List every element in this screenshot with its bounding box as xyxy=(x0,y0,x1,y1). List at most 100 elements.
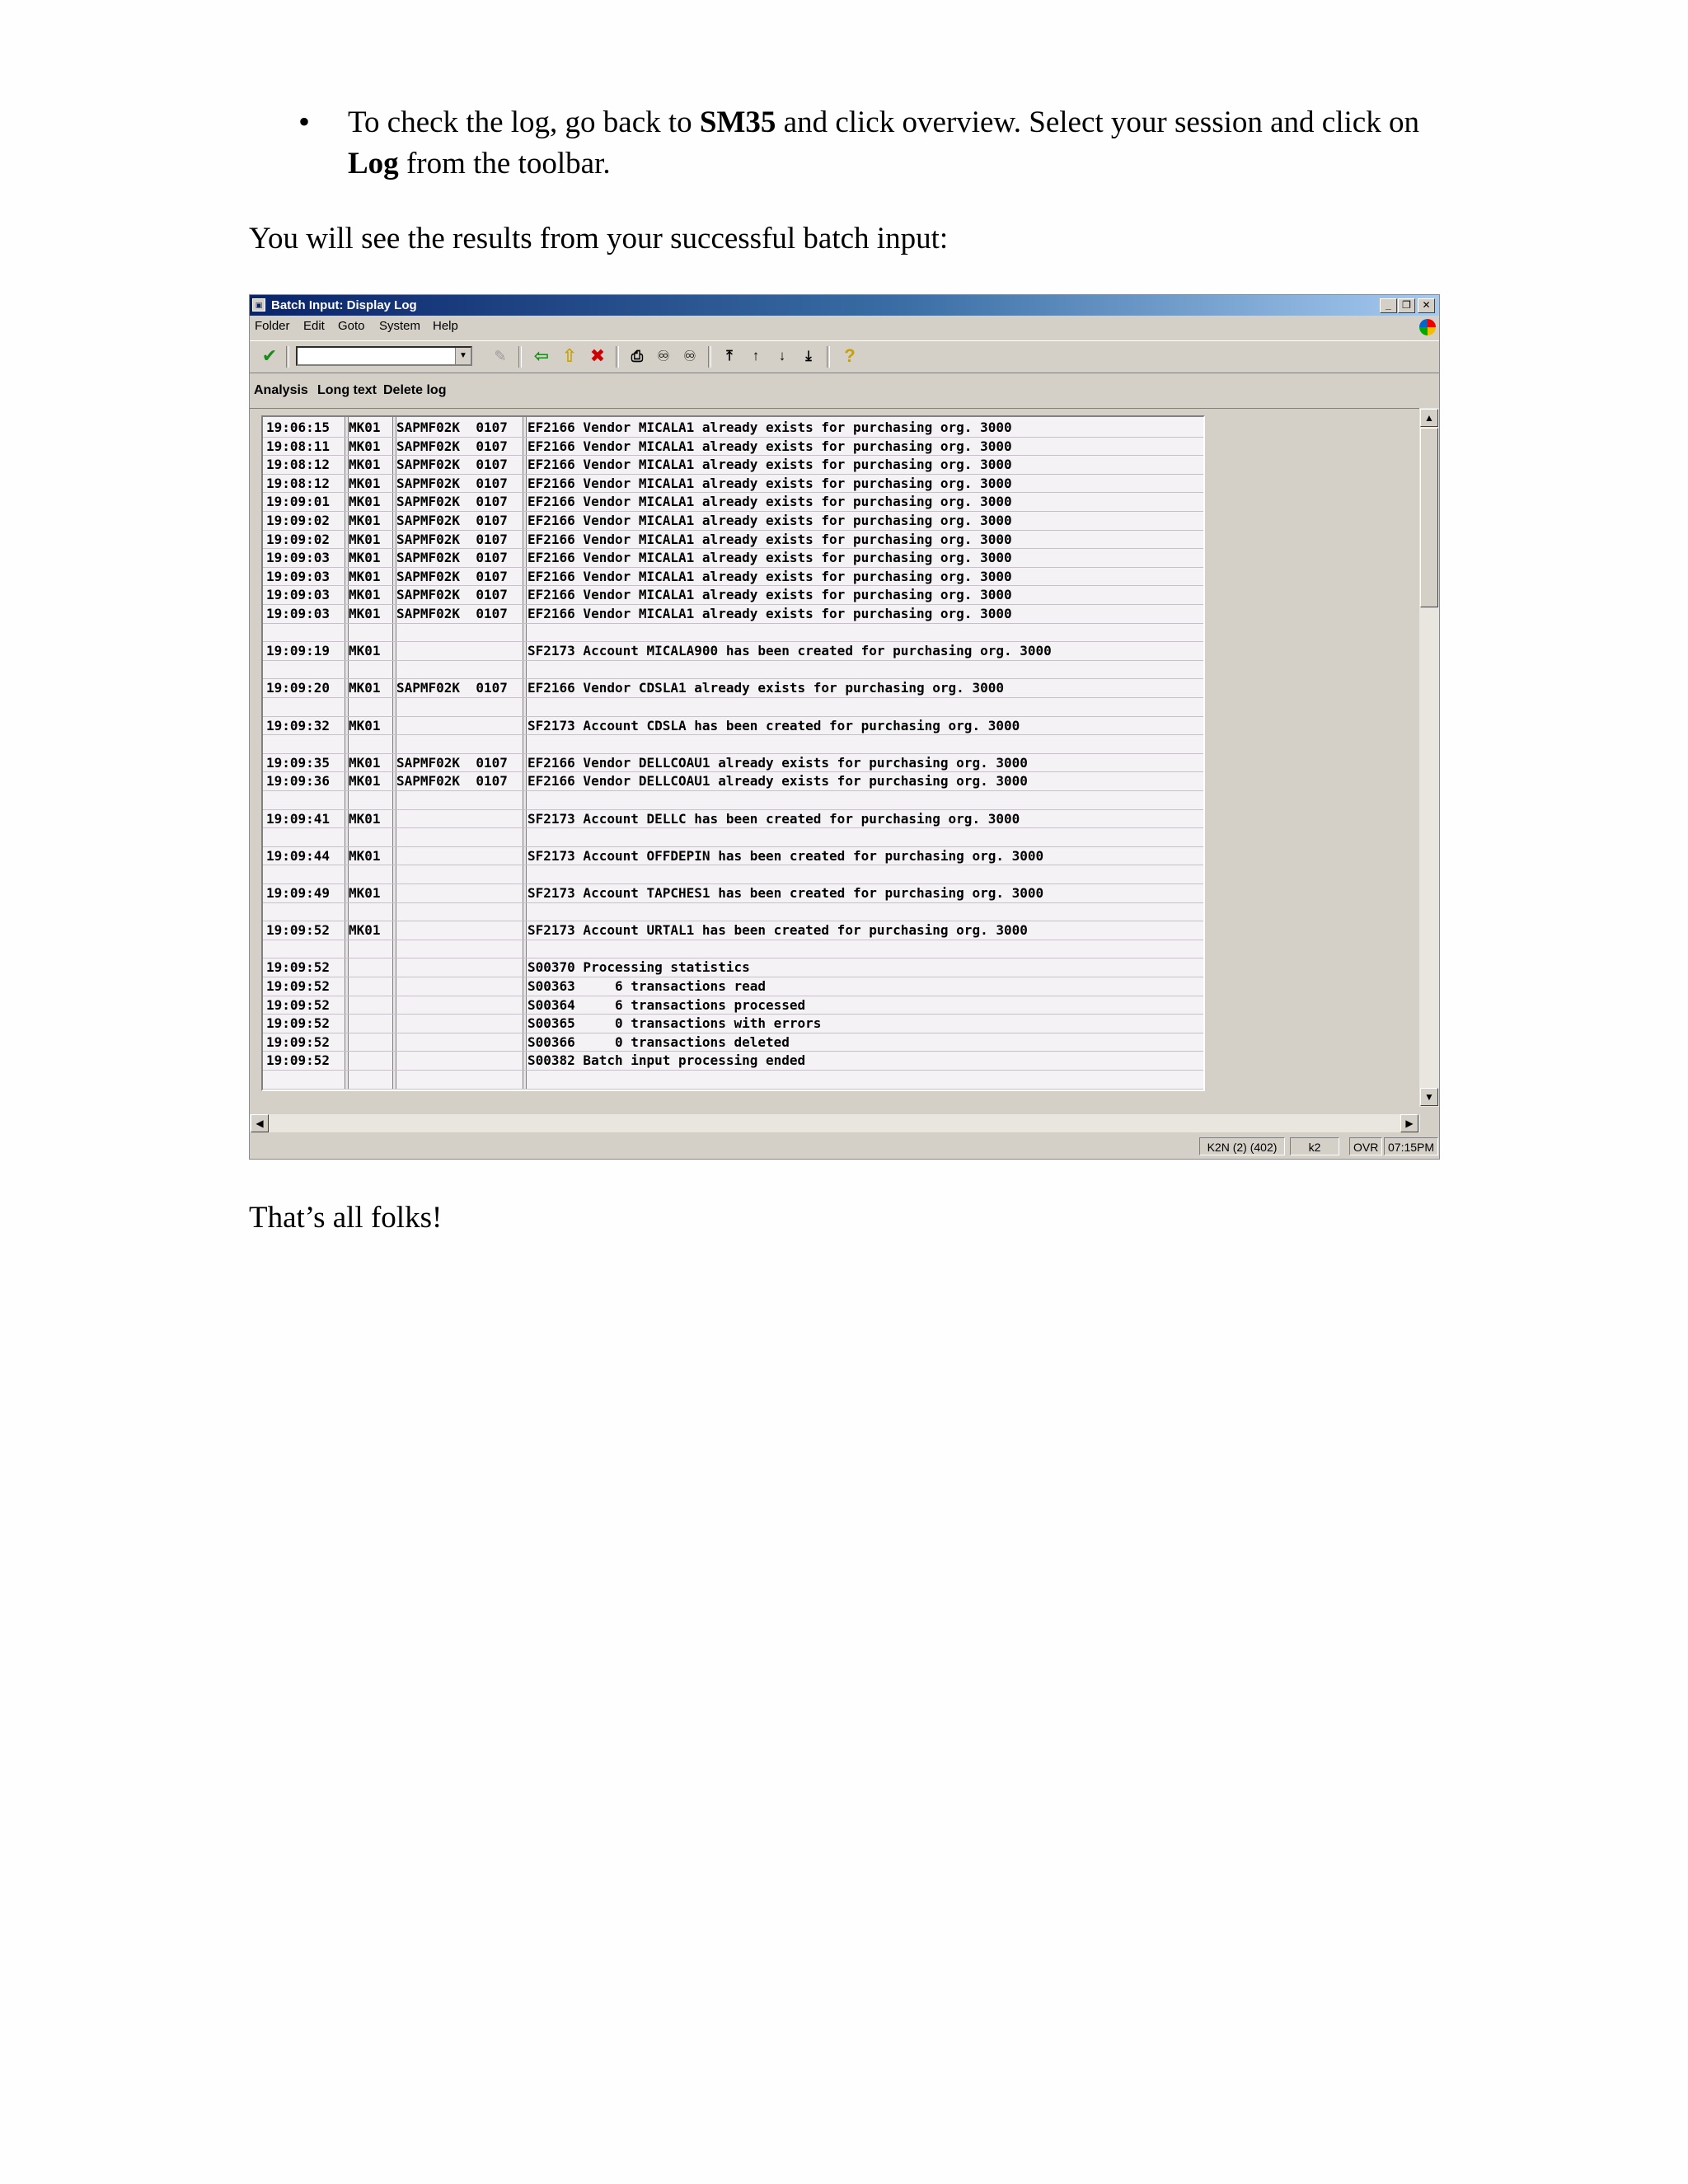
table-row[interactable]: 19:09:52 S00366 0 transactions deleted xyxy=(263,1033,1203,1052)
table-row[interactable]: 19:09:52 MK01 SF2173 Account URTAL1 has be… xyxy=(263,921,1203,940)
log-program-screen xyxy=(396,977,520,996)
menu-edit[interactable]: Edit xyxy=(303,316,325,336)
table-row[interactable] xyxy=(263,865,1203,884)
table-row[interactable]: 19:09:19 MK01 SF2173 Account MICALA900 has… xyxy=(263,642,1203,661)
table-row[interactable]: 19:09:52 S00382 Batch input processing en… xyxy=(263,1052,1203,1071)
log-transaction: MK01 xyxy=(349,568,381,584)
log-message xyxy=(528,828,1203,846)
log-message: EF2166 Vendor DELLCOAU1 already exists f… xyxy=(528,773,1028,790)
menu-folder[interactable]: Folder xyxy=(255,316,290,336)
close-button[interactable]: ✕ xyxy=(1418,298,1435,313)
log-area: 19:06:15 MK01 SAPMF02K 0107 EF2166 Vendor M… xyxy=(250,408,1420,1108)
table-row[interactable] xyxy=(263,698,1203,717)
table-row[interactable]: 19:09:03 MK01 SAPMF02K 0107 EF2166 Vendor M… xyxy=(263,568,1203,587)
table-row[interactable]: 19:08:11 MK01 SAPMF02K 0107 EF2166 Vendor M… xyxy=(263,438,1203,457)
print-icon[interactable]: ⎙ xyxy=(626,344,649,368)
table-row[interactable] xyxy=(263,791,1203,810)
first-page-icon[interactable]: ⤒ xyxy=(718,344,741,368)
table-row[interactable]: 19:09:49 MK01 SF2173 Account TAPCHES1 has … xyxy=(263,884,1203,903)
exit-icon[interactable]: ⇧ xyxy=(558,344,581,368)
horizontal-scrollbar[interactable]: ◀ ▶ xyxy=(250,1114,1420,1132)
table-row[interactable]: 19:09:52 S00363 6 transactions read xyxy=(263,977,1203,996)
scroll-up-icon[interactable]: ▲ xyxy=(1420,409,1438,427)
table-row[interactable]: 19:09:35 MK01 SAPMF02K 0107 EF2166 Vendor D… xyxy=(263,754,1203,773)
minimize-button[interactable]: _ xyxy=(1380,298,1397,313)
table-row[interactable]: 19:09:52 S00365 0 transactions with error… xyxy=(263,1015,1203,1033)
cancel-icon[interactable]: ✖ xyxy=(586,344,609,368)
table-row[interactable] xyxy=(263,903,1203,922)
log-transaction: MK01 xyxy=(349,922,381,939)
sap-status-icon[interactable] xyxy=(1419,319,1436,335)
title-bar: ▣ Batch Input: Display Log _ ❐ ✕ xyxy=(250,295,1439,316)
chevron-down-icon[interactable]: ▼ xyxy=(455,348,471,364)
table-row[interactable]: 19:09:44 MK01 SF2173 Account OFFDEPIN has … xyxy=(263,847,1203,866)
table-row[interactable]: 19:09:01 MK01 SAPMF02K 0107 EF2166 Vendor M… xyxy=(263,493,1203,512)
vertical-scrollbar[interactable]: ▲ ▼ xyxy=(1419,408,1439,1107)
table-row[interactable]: 19:09:03 MK01 SAPMF02K 0107 EF2166 Vendor M… xyxy=(263,586,1203,605)
log-transaction xyxy=(349,1015,390,1033)
log-transaction: MK01 xyxy=(349,438,381,454)
long-text-button[interactable]: Long text xyxy=(317,380,383,401)
log-message: EF2166 Vendor MICALA1 already exists for… xyxy=(528,457,1012,473)
table-row[interactable] xyxy=(263,940,1203,959)
restore-button[interactable]: ❐ xyxy=(1398,298,1415,313)
menu-help[interactable]: Help xyxy=(433,316,458,336)
log-time: 19:09:35 xyxy=(266,754,331,771)
save-icon[interactable]: ✎ xyxy=(489,344,512,368)
table-row[interactable]: 19:08:12 MK01 SAPMF02K 0107 EF2166 Vendor M… xyxy=(263,475,1203,494)
find-next-icon[interactable]: ♾ xyxy=(678,344,701,368)
log-time xyxy=(266,828,342,846)
table-row[interactable] xyxy=(263,661,1203,680)
table-row[interactable]: 19:09:52 S00364 6 transactions processed xyxy=(263,996,1203,1015)
table-row[interactable]: 19:09:02 MK01 SAPMF02K 0107 EF2166 Vendor M… xyxy=(263,512,1203,531)
analysis-button[interactable]: Analysis xyxy=(254,380,308,401)
log-time: 19:08:11 xyxy=(266,438,331,454)
log-time: 19:09:52 xyxy=(266,1052,331,1069)
scroll-left-icon[interactable]: ◀ xyxy=(251,1114,269,1132)
table-row[interactable] xyxy=(263,735,1203,754)
log-transaction xyxy=(349,661,390,679)
find-icon[interactable]: ♾ xyxy=(652,344,675,368)
checkmark-icon[interactable]: ✔ xyxy=(258,344,281,368)
sap-window: ▣ Batch Input: Display Log _ ❐ ✕ Folder … xyxy=(249,294,1440,1160)
table-row[interactable]: 19:09:32 MK01 SF2173 Account CDSLA has bee… xyxy=(263,717,1203,736)
log-time: 19:09:20 xyxy=(266,680,331,696)
log-transaction: MK01 xyxy=(349,643,381,659)
toolbar-separator xyxy=(708,346,711,368)
table-row[interactable] xyxy=(263,1071,1203,1090)
scroll-down-icon[interactable]: ▼ xyxy=(1420,1088,1438,1106)
menu-system[interactable]: System xyxy=(379,316,420,336)
scroll-thumb[interactable] xyxy=(1420,428,1438,607)
table-row[interactable] xyxy=(263,624,1203,643)
log-message: SF2173 Account TAPCHES1 has been created… xyxy=(528,885,1044,901)
menu-goto[interactable]: Goto xyxy=(338,316,365,336)
log-message: EF2166 Vendor DELLCOAU1 already exists f… xyxy=(528,754,1028,771)
last-page-icon[interactable]: ⤓ xyxy=(797,344,820,368)
log-time: 19:09:41 xyxy=(266,810,331,827)
next-page-icon[interactable]: ↓ xyxy=(771,344,794,368)
table-row[interactable]: 19:09:20 MK01 SAPMF02K 0107 EF2166 Vendor C… xyxy=(263,679,1203,698)
instruction-text: and click overview. Select your session … xyxy=(776,105,1419,139)
log-transaction: MK01 xyxy=(349,680,381,696)
log-message: S00382 Batch input processing ended xyxy=(528,1052,806,1069)
table-row[interactable]: 19:06:15 MK01 SAPMF02K 0107 EF2166 Vendor M… xyxy=(263,419,1203,438)
delete-log-button[interactable]: Delete log xyxy=(383,380,446,401)
table-row[interactable]: 19:09:02 MK01 SAPMF02K 0107 EF2166 Vendor M… xyxy=(263,531,1203,550)
table-row[interactable]: 19:09:52 S00370 Processing statistics xyxy=(263,958,1203,977)
log-message: EF2166 Vendor MICALA1 already exists for… xyxy=(528,531,1012,547)
log-program-screen: SAPMF02K 0107 xyxy=(396,494,508,510)
log-transaction xyxy=(349,940,390,958)
bullet-point: • xyxy=(298,103,311,140)
table-row[interactable]: 19:09:03 MK01 SAPMF02K 0107 EF2166 Vendor M… xyxy=(263,605,1203,624)
previous-page-icon[interactable]: ↑ xyxy=(744,344,767,368)
insert-mode: OVR xyxy=(1349,1137,1382,1155)
table-row[interactable]: 19:09:03 MK01 SAPMF02K 0107 EF2166 Vendor M… xyxy=(263,549,1203,568)
table-row[interactable]: 19:09:36 MK01 SAPMF02K 0107 EF2166 Vendor D… xyxy=(263,772,1203,791)
command-field[interactable]: ▼ xyxy=(296,346,472,366)
help-icon[interactable]: ? xyxy=(838,344,861,368)
table-row[interactable]: 19:09:41 MK01 SF2173 Account DELLC has bee… xyxy=(263,810,1203,829)
back-icon[interactable]: ⇦ xyxy=(530,344,553,368)
table-row[interactable]: 19:08:12 MK01 SAPMF02K 0107 EF2166 Vendor M… xyxy=(263,456,1203,475)
scroll-right-icon[interactable]: ▶ xyxy=(1400,1114,1418,1132)
table-row[interactable] xyxy=(263,828,1203,847)
